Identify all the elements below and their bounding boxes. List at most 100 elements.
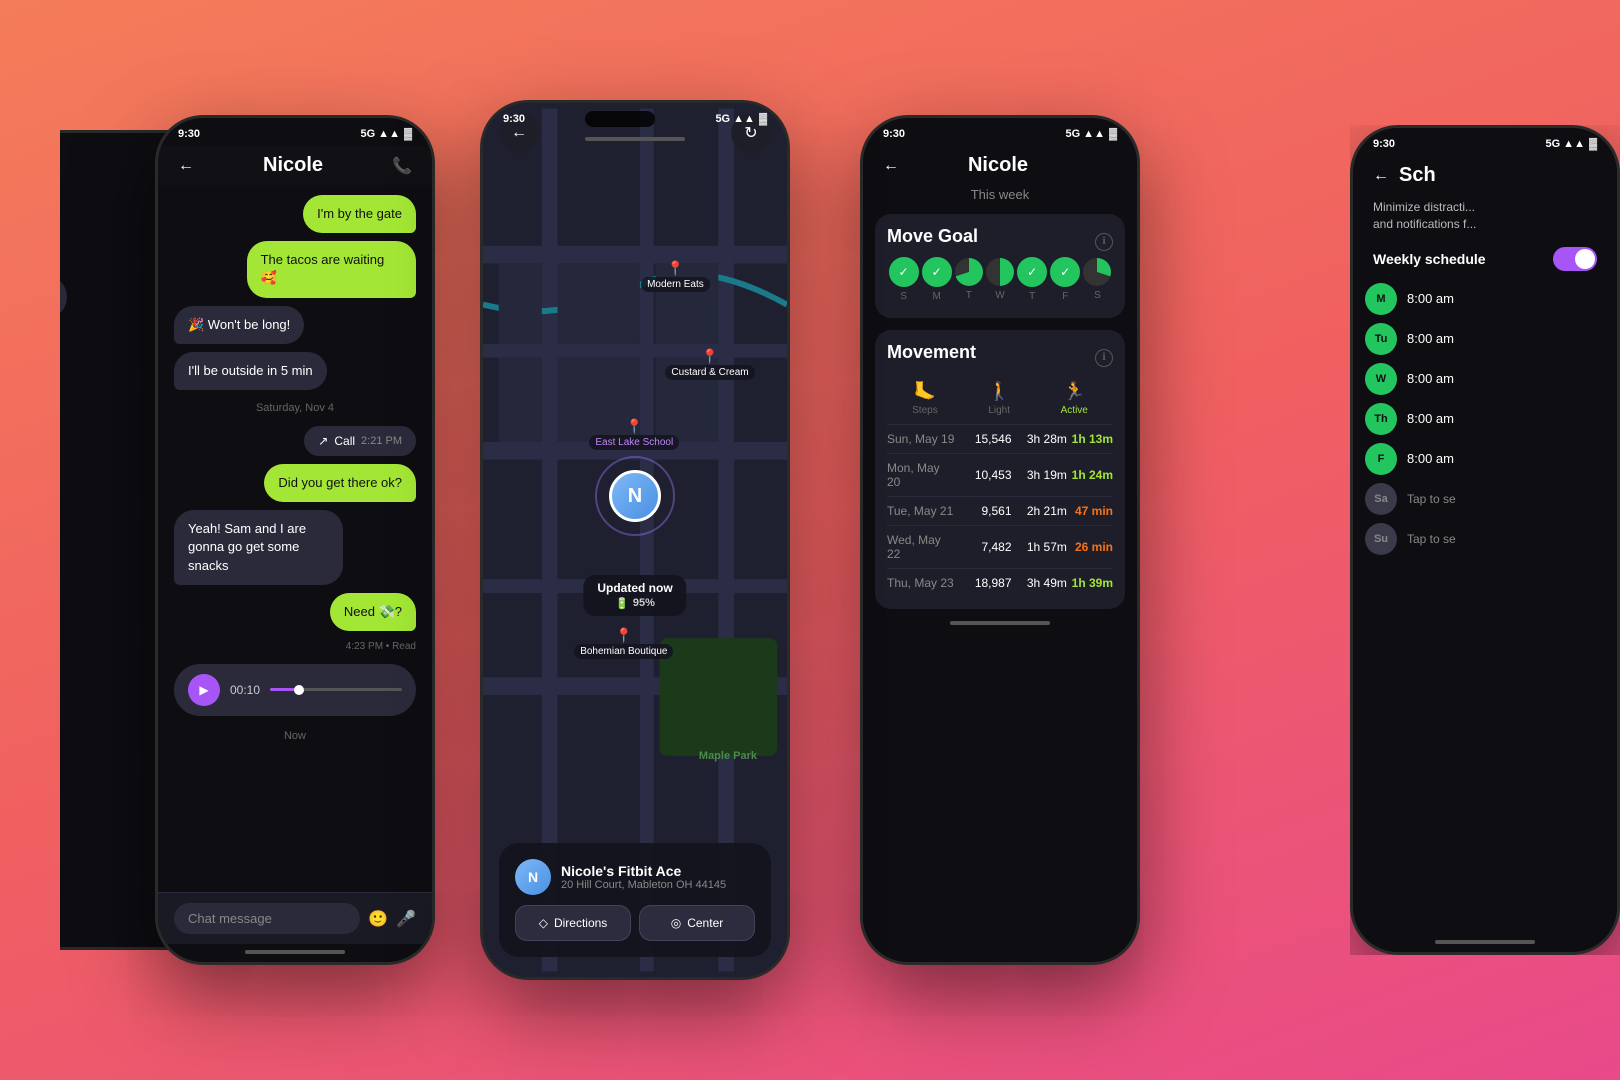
call-arrow: ↗ — [318, 434, 328, 448]
phone-4: 9:30 5G ▲▲ ▓ ← Nicole This week Move Goa… — [860, 115, 1140, 965]
time-display: 9:30 — [178, 128, 200, 140]
date-divider: Saturday, Nov 4 — [174, 402, 416, 414]
directions-button[interactable]: ◇ Directions — [515, 905, 631, 941]
bubble-sent-1: I'm by the gate — [303, 195, 416, 233]
signal-text: 5G ▲▲ — [360, 128, 400, 140]
battery-icon: ▓ — [1109, 128, 1117, 140]
table-row-4: Wed, May 22 7,482 1h 57m 26 min — [887, 525, 1113, 568]
poi-custard: 📍 Custard & Cream — [665, 348, 754, 380]
bubble-received-3: Yeah! Sam and I are gonna go get some sn… — [174, 510, 343, 585]
time-display: 9:30 — [1373, 138, 1395, 150]
call-time: 2:21 PM — [361, 435, 402, 447]
call-button[interactable]: 📞 — [392, 156, 412, 176]
message-input-bar: Chat message 🙂 🎤 — [158, 892, 432, 944]
table-row-1: Sun, May 19 15,546 3h 28m 1h 13m — [887, 424, 1113, 453]
day-saturday — [1083, 258, 1111, 286]
schedule-item-thursday: Th 8:00 am — [1365, 403, 1605, 435]
phone-3: Maple Park 9:30 5G ▲▲ ▓ ← ↻ — [480, 100, 790, 980]
schedule-item-tuesday: Tu 8:00 am — [1365, 323, 1605, 355]
monday-time: 8:00 am — [1407, 291, 1454, 306]
emoji-button[interactable]: 🙂 — [368, 909, 388, 929]
battery-icon: ▓ — [1589, 138, 1597, 150]
phones-container: 5G ▲ ▓ le 🔊 eaker 9:30 5G ▲▲ ▓ — [0, 0, 1620, 1080]
move-goal-info[interactable]: ℹ — [1095, 233, 1113, 251]
day-badge-w: W — [1365, 363, 1397, 395]
signal-text: 5G ▲▲ — [715, 113, 755, 125]
schedule-item-saturday[interactable]: Sa Tap to se — [1365, 483, 1605, 515]
center-icon: ◎ — [671, 916, 681, 930]
day-badge-th: Th — [1365, 403, 1397, 435]
voice-player: ▶ 00:10 — [174, 664, 416, 716]
contact-name: Nicole — [263, 154, 323, 177]
time-display: 9:30 — [883, 128, 905, 140]
device-address: 20 Hill Court, Mableton OH 44145 — [561, 879, 726, 891]
signal-text: 5G ▲▲ — [1545, 138, 1585, 150]
bubble-sent-4: Need 💸? — [330, 593, 416, 631]
steps-icon: 🦶 — [914, 381, 936, 402]
fitbit-avatar: N — [515, 859, 551, 895]
message-timestamp: 4:23 PM • Read — [174, 641, 416, 652]
back-button[interactable]: ← — [883, 157, 899, 175]
bubble-sent-3: Did you get there ok? — [264, 464, 416, 502]
poi-modern-eats: 📍 Modern Eats — [641, 260, 710, 292]
signal-text: 5G ▲▲ — [1065, 128, 1105, 140]
messages-list: I'm by the gate The tacos are waiting 🥰 … — [158, 185, 432, 892]
device-name: Nicole's Fitbit Ace — [561, 863, 726, 879]
notch-cutout — [585, 111, 655, 127]
message-input[interactable]: Chat message — [174, 903, 360, 934]
voice-duration: 00:10 — [230, 683, 260, 697]
schedule-list: M 8:00 am Tu 8:00 am W 8:00 am Th 8:00 a… — [1353, 283, 1617, 934]
phone-5: 9:30 5G ▲▲ ▓ ← Sch Minimize distracti...… — [1350, 125, 1620, 955]
bubble-sent-2: The tacos are waiting 🥰 — [247, 241, 416, 297]
schedule-title: Sch — [1399, 164, 1597, 187]
week-label: This week — [863, 185, 1137, 208]
day-thursday: ✓ — [1017, 257, 1047, 287]
park-label: Maple Park — [699, 750, 757, 762]
day-badge-sa: Sa — [1365, 483, 1397, 515]
schedule-item-sunday[interactable]: Su Tap to se — [1365, 523, 1605, 555]
day-badge-f: F — [1365, 443, 1397, 475]
battery-icon: ▓ — [759, 113, 767, 125]
mic-button[interactable]: 🎤 — [396, 909, 416, 929]
weekly-schedule-label: Weekly schedule — [1373, 251, 1486, 267]
messages-header: ← Nicole 📞 — [158, 146, 432, 185]
battery-icon-small: 🔋 — [615, 597, 629, 610]
active-label: Active — [1061, 405, 1088, 416]
active-icon: 🏃 — [1063, 381, 1085, 402]
center-button[interactable]: ◎ Center — [639, 905, 755, 941]
call-record: ↗ Call 2:21 PM — [304, 426, 416, 456]
back-button[interactable]: ← — [1373, 167, 1389, 185]
move-goal-title: Move Goal — [887, 226, 978, 247]
move-goal-days: ✓ S ✓ M T W ✓ — [887, 257, 1113, 302]
poi-school: 📍 East Lake School — [589, 418, 679, 450]
voice-progress[interactable] — [270, 688, 402, 691]
play-button[interactable]: ▶ — [188, 674, 220, 706]
schedule-subtitle: Minimize distracti...and notifications f… — [1353, 195, 1617, 241]
day-friday: ✓ — [1050, 257, 1080, 287]
schedule-item-wednesday: W 8:00 am — [1365, 363, 1605, 395]
day-sunday: ✓ — [889, 257, 919, 287]
user-avatar: N — [609, 470, 661, 522]
directions-label: Directions — [554, 916, 607, 930]
movement-info[interactable]: ℹ — [1095, 349, 1113, 367]
schedule-header: ← Sch — [1353, 156, 1617, 195]
location-card: N Nicole's Fitbit Ace 20 Hill Court, Mab… — [499, 843, 771, 957]
day-badge-su: Su — [1365, 523, 1397, 555]
day-badge-tu: Tu — [1365, 323, 1397, 355]
movement-title: Movement — [887, 342, 976, 363]
now-label: Now — [174, 730, 416, 742]
weekly-schedule-toggle[interactable] — [1553, 247, 1597, 271]
back-button[interactable]: ← — [178, 157, 194, 175]
day-badge-m: M — [1365, 283, 1397, 315]
weekly-schedule-row: Weekly schedule — [1353, 241, 1617, 277]
movement-table: Sun, May 19 15,546 3h 28m 1h 13m Mon, Ma… — [887, 424, 1113, 597]
friday-time: 8:00 am — [1407, 451, 1454, 466]
table-row-2: Mon, May 20 10,453 3h 19m 1h 24m — [887, 453, 1113, 496]
schedule-item-monday: M 8:00 am — [1365, 283, 1605, 315]
fitness-header: ← Nicole — [863, 146, 1137, 185]
home-indicator — [245, 950, 345, 954]
movement-icons: 🦶 Steps 🚶 Light 🏃 Active — [887, 381, 1113, 416]
move-goal-card: Move Goal ℹ ✓ S ✓ M T — [875, 214, 1125, 318]
speaker-button[interactable]: 🔊 — [23, 275, 67, 319]
updated-badge: Updated now 🔋 95% — [583, 575, 686, 616]
